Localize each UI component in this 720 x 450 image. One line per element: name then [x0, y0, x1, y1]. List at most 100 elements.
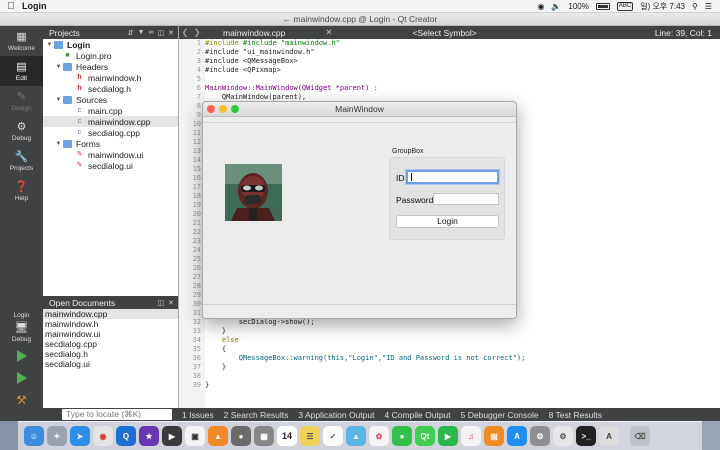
- login-window-titlebar[interactable]: MainWindow: [203, 102, 516, 117]
- line-number: 33: [192, 327, 201, 335]
- back-icon[interactable]: ❮: [179, 27, 191, 38]
- volume-icon[interactable]: 🔈: [551, 2, 561, 11]
- preview-icon[interactable]: ▣: [185, 426, 205, 446]
- calendar-icon[interactable]: 14: [277, 426, 297, 446]
- tree-item-forms[interactable]: ▼ Forms: [43, 138, 178, 149]
- open-doc-item[interactable]: secdialog.h: [43, 349, 178, 359]
- battery-icon[interactable]: [595, 2, 610, 10]
- mode-projects[interactable]: 🔧 Projects: [0, 146, 43, 176]
- id-input[interactable]: [406, 170, 499, 184]
- projects-title[interactable]: Projects: [49, 28, 80, 38]
- mode-help[interactable]: ❓ Help: [0, 176, 43, 206]
- document-selector[interactable]: mainwindow.cpp: [223, 28, 285, 38]
- login-button[interactable]: Login: [396, 215, 499, 228]
- tab-search-results[interactable]: 2 Search Results: [224, 410, 289, 420]
- final-cut-icon[interactable]: ▶: [162, 426, 182, 446]
- finder-icon[interactable]: ☺: [24, 426, 44, 446]
- system-preferences-icon[interactable]: ⚙: [530, 426, 550, 446]
- trash-icon[interactable]: ⌫: [630, 426, 650, 446]
- tree-item-file[interactable]: c main.cpp: [43, 105, 178, 116]
- qt-creator-icon[interactable]: Qt: [415, 426, 435, 446]
- close-icon[interactable]: ✕: [168, 29, 174, 37]
- tree-item-file[interactable]: ✎ mainwindow.ui: [43, 149, 178, 160]
- open-doc-item[interactable]: mainwindow.h: [43, 319, 178, 329]
- symbol-selector[interactable]: <Select Symbol>: [413, 28, 477, 38]
- reminders-icon[interactable]: ✓: [323, 426, 343, 446]
- list-icon[interactable]: ☰: [705, 2, 712, 11]
- mode-welcome[interactable]: ▦ Welcome: [0, 26, 43, 56]
- open-doc-item[interactable]: mainwindow.ui: [43, 329, 178, 339]
- quicktime-icon[interactable]: Q: [116, 426, 136, 446]
- photos-icon[interactable]: ✿: [369, 426, 389, 446]
- tree-item-headers[interactable]: ▼ Headers: [43, 61, 178, 72]
- forward-icon[interactable]: ❯: [191, 27, 203, 38]
- tab-issues[interactable]: 1 Issues: [182, 410, 214, 420]
- books-icon[interactable]: ▤: [484, 426, 504, 446]
- split-icon[interactable]: ◫: [158, 299, 165, 307]
- tab-compile-output[interactable]: 4 Compile Output: [384, 410, 450, 420]
- script-editor-icon[interactable]: A: [599, 426, 619, 446]
- debug-run-button[interactable]: [0, 367, 43, 389]
- line-number: 35: [192, 345, 201, 353]
- notes-icon[interactable]: ☰: [300, 426, 320, 446]
- app-store-icon[interactable]: A: [507, 426, 527, 446]
- zoom-window-icon[interactable]: [231, 105, 239, 113]
- tree-item-file[interactable]: h secdialog.h: [43, 83, 178, 94]
- close-icon[interactable]: ✕: [168, 299, 174, 307]
- tree-item-project[interactable]: ▼ Login: [43, 39, 178, 50]
- open-documents-title[interactable]: Open Documents: [49, 298, 115, 308]
- chrome-icon[interactable]: ◉: [93, 426, 113, 446]
- photo-booth-icon[interactable]: ●: [231, 426, 251, 446]
- input-source[interactable]: ABC: [616, 1, 634, 11]
- launchpad-icon[interactable]: ✦: [47, 426, 67, 446]
- chevron-down-icon[interactable]: ▼: [54, 64, 63, 70]
- run-button[interactable]: [0, 345, 43, 367]
- wifi-icon[interactable]: ◉: [537, 2, 544, 11]
- tab-application-output[interactable]: 3 Application Output: [298, 410, 374, 420]
- utility-icon[interactable]: ⚙: [553, 426, 573, 446]
- line-col-indicator[interactable]: Line: 39, Col: 1: [655, 28, 720, 38]
- search-icon[interactable]: ⚲: [692, 2, 698, 11]
- tree-item-file-selected[interactable]: c mainwindow.cpp: [43, 116, 178, 127]
- clock[interactable]: 일) 오후 7:43: [640, 1, 685, 12]
- link-icon[interactable]: ∞: [149, 29, 154, 37]
- minimize-window-icon[interactable]: [219, 105, 227, 113]
- tab-test-results[interactable]: 8 Test Results: [549, 410, 602, 420]
- tree-item-file[interactable]: c secdialog.cpp: [43, 127, 178, 138]
- locate-input[interactable]: Type to locate (⌘K): [62, 409, 172, 420]
- terminal-icon[interactable]: >_: [576, 426, 596, 446]
- facetime-icon[interactable]: ▶: [438, 426, 458, 446]
- ui-file-icon: ✎: [76, 150, 83, 158]
- mode-debug[interactable]: ⚙ Debug: [0, 116, 43, 146]
- menu-app-name[interactable]: Login: [22, 1, 47, 11]
- tree-item-pro[interactable]: ■ Login.pro: [43, 50, 178, 61]
- tree-item-file[interactable]: h mainwindow.h: [43, 72, 178, 83]
- sort-icon[interactable]: ⇵: [128, 29, 134, 37]
- close-window-icon[interactable]: [207, 105, 215, 113]
- mode-edit[interactable]: ▤ Edit: [0, 56, 43, 86]
- tab-debugger-console[interactable]: 5 Debugger Console: [461, 410, 539, 420]
- apple-icon[interactable]: : [0, 1, 22, 12]
- messages-icon[interactable]: ●: [392, 426, 412, 446]
- music-icon[interactable]: ♫: [461, 426, 481, 446]
- close-document-icon[interactable]: ✕: [325, 27, 332, 38]
- safari-icon[interactable]: ➤: [70, 426, 90, 446]
- vlc-icon[interactable]: ▲: [208, 426, 228, 446]
- kit-selector[interactable]: 🖥 Debug: [0, 319, 43, 345]
- open-doc-item[interactable]: secdialog.ui: [43, 359, 178, 369]
- chevron-down-icon[interactable]: ▼: [54, 97, 63, 103]
- split-icon[interactable]: ◫: [158, 29, 165, 37]
- tree-label: Sources: [76, 94, 108, 105]
- open-doc-item[interactable]: secdialog.cpp: [43, 339, 178, 349]
- chevron-down-icon[interactable]: ▼: [54, 141, 63, 147]
- imovie-icon[interactable]: ★: [139, 426, 159, 446]
- chevron-down-icon[interactable]: ▼: [45, 42, 54, 48]
- mode-design[interactable]: ✎ Design: [0, 86, 43, 116]
- open-doc-item[interactable]: mainwindow.cpp: [43, 309, 178, 319]
- photos-app-icon[interactable]: ▦: [254, 426, 274, 446]
- maps-icon[interactable]: ▲: [346, 426, 366, 446]
- tree-item-sources[interactable]: ▼ Sources: [43, 94, 178, 105]
- password-input[interactable]: [433, 193, 499, 205]
- tree-item-file[interactable]: ✎ secdialog.ui: [43, 160, 178, 171]
- filter-icon[interactable]: ▼: [138, 29, 145, 37]
